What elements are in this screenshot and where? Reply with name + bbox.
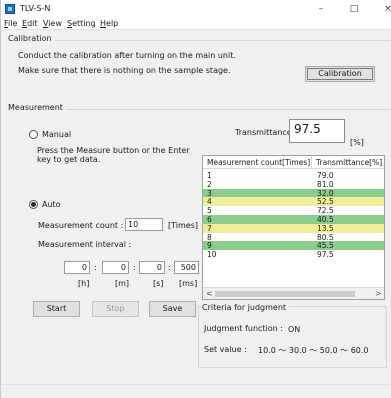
interval-separator-1: : — [94, 263, 97, 272]
cell-count: 3 — [207, 188, 212, 198]
criteria-box — [198, 306, 387, 368]
calibration-button[interactable]: Calibration — [305, 66, 375, 82]
menu-edit[interactable]: Edit — [22, 19, 38, 28]
table-header: Measurement count[Times] Transmittance[%… — [203, 156, 384, 169]
menu-view[interactable]: View — [43, 19, 62, 28]
table-row[interactable]: 5 72.5 — [203, 206, 384, 215]
horizontal-scrollbar[interactable]: < > — [203, 287, 384, 299]
close-button[interactable]: × — [377, 2, 391, 16]
window-title: TLV-S-N — [20, 4, 51, 13]
cell-count: 8 — [207, 232, 212, 242]
cell-count: 9 — [207, 241, 212, 251]
judgment-function-label: Judgment function : — [204, 324, 283, 333]
column-header-count[interactable]: Measurement count[Times] — [207, 158, 310, 167]
cell-transmittance: 72.5 — [317, 206, 334, 216]
cell-transmittance: 97.5 — [317, 250, 334, 260]
scroll-right-icon[interactable]: > — [375, 289, 382, 298]
interval-seconds-input[interactable]: 0 — [139, 261, 165, 274]
count-unit: [Times] — [168, 221, 198, 230]
menu-setting-rest: etting — [72, 19, 96, 28]
cell-count: 10 — [207, 250, 217, 260]
minimize-button[interactable]: – — [310, 2, 332, 16]
calibration-separator — [46, 40, 391, 41]
interval-label: Measurement interval : — [38, 240, 132, 249]
transmittance-unit: [%] — [350, 138, 364, 147]
interval-minutes-unit: [m] — [115, 279, 130, 288]
table-row[interactable]: 1 79.0 — [203, 171, 384, 180]
status-strip — [1, 384, 391, 398]
cell-count: 4 — [207, 197, 212, 207]
cell-count: 7 — [207, 223, 212, 233]
cell-transmittance: 52.5 — [317, 197, 334, 207]
table-row[interactable]: 9 45.5 — [203, 241, 384, 251]
cell-transmittance: 45.5 — [317, 241, 334, 251]
cell-transmittance: 40.5 — [317, 215, 334, 224]
column-divider[interactable] — [311, 156, 312, 169]
auto-radio[interactable] — [29, 200, 38, 209]
table-row[interactable]: 6 40.5 — [203, 215, 384, 224]
interval-seconds-unit: [s] — [153, 279, 164, 288]
interval-separator-2: : — [133, 263, 136, 272]
cell-transmittance: 13.5 — [317, 223, 334, 233]
set-value-label: Set value : — [204, 345, 247, 354]
calibration-instruction-1: Conduct the calibration after turning on… — [18, 51, 236, 60]
manual-help-line-1: Press the Measure button or the Enter — [37, 146, 190, 155]
calibration-instruction-2: Make sure that there is nothing on the s… — [18, 66, 231, 75]
menu-file[interactable]: File — [4, 19, 17, 28]
cell-count: 1 — [207, 171, 212, 180]
manual-radio[interactable] — [29, 130, 38, 139]
table-row[interactable]: 10 97.5 — [203, 250, 384, 259]
scroll-thumb[interactable] — [215, 291, 355, 297]
app-icon — [5, 4, 15, 14]
menu-view-rest: iew — [48, 19, 62, 28]
cell-count: 2 — [207, 179, 212, 189]
interval-hours-unit: [h] — [78, 279, 90, 288]
transmittance-label: Transmittance — [235, 128, 292, 137]
measurement-separator — [53, 109, 391, 110]
column-header-transmittance[interactable]: Transmittance[%] — [316, 158, 382, 167]
scroll-left-icon[interactable]: < — [206, 289, 213, 298]
auto-label[interactable]: Auto — [42, 200, 61, 209]
table-row[interactable]: 4 52.5 — [203, 197, 384, 207]
calibration-group-title: Calibration — [8, 34, 55, 43]
judgment-function-value: ON — [288, 325, 301, 334]
cell-transmittance: 32.0 — [317, 188, 334, 198]
title-bar: TLV-S-N – □ × — [1, 0, 391, 18]
cell-count: 5 — [207, 206, 212, 216]
menu-file-rest: ile — [8, 19, 18, 28]
cell-count: 6 — [207, 215, 212, 224]
menu-help-rest: elp — [106, 19, 119, 28]
interval-milliseconds-input[interactable]: 500 — [174, 261, 199, 274]
main-window: TLV-S-N – □ × File Edit View Setting Hel… — [0, 0, 391, 398]
results-table[interactable]: Measurement count[Times] Transmittance[%… — [202, 155, 385, 300]
criteria-group-title: Criteria for judgment — [201, 303, 290, 312]
interval-hours-input[interactable]: 0 — [64, 261, 90, 274]
menu-bar: File Edit View Setting Help — [1, 18, 391, 30]
menu-edit-rest: dit — [27, 19, 38, 28]
start-button[interactable]: Start — [33, 301, 80, 317]
count-input[interactable]: 10 — [125, 218, 163, 231]
save-button[interactable]: Save — [149, 301, 196, 317]
set-value-range: 10.0 〜 30.0 〜 50.0 〜 60.0 — [258, 346, 369, 355]
maximize-button[interactable]: □ — [343, 2, 365, 16]
cell-transmittance: 79.0 — [317, 171, 334, 180]
table-row[interactable]: 3 32.0 — [203, 188, 384, 198]
table-row[interactable]: 2 81.0 — [203, 180, 384, 189]
menu-help[interactable]: Help — [100, 19, 118, 28]
interval-separator-3: : — [168, 263, 171, 272]
interval-milliseconds-unit: [ms] — [179, 279, 198, 288]
stop-button[interactable]: Stop — [92, 301, 139, 317]
table-row[interactable]: 8 80.5 — [203, 233, 384, 242]
interval-minutes-input[interactable]: 0 — [102, 261, 129, 274]
menu-setting[interactable]: Setting — [67, 19, 96, 28]
transmittance-readout: 97.5 — [289, 119, 345, 143]
manual-label[interactable]: Manual — [42, 130, 71, 139]
count-label: Measurement count : — [38, 221, 124, 230]
table-row[interactable]: 7 13.5 — [203, 223, 384, 233]
cell-transmittance: 80.5 — [317, 232, 334, 242]
cell-transmittance: 81.0 — [317, 179, 334, 189]
measurement-group-title: Measurement — [8, 103, 66, 112]
manual-help-line-2: key to get data. — [37, 155, 101, 164]
